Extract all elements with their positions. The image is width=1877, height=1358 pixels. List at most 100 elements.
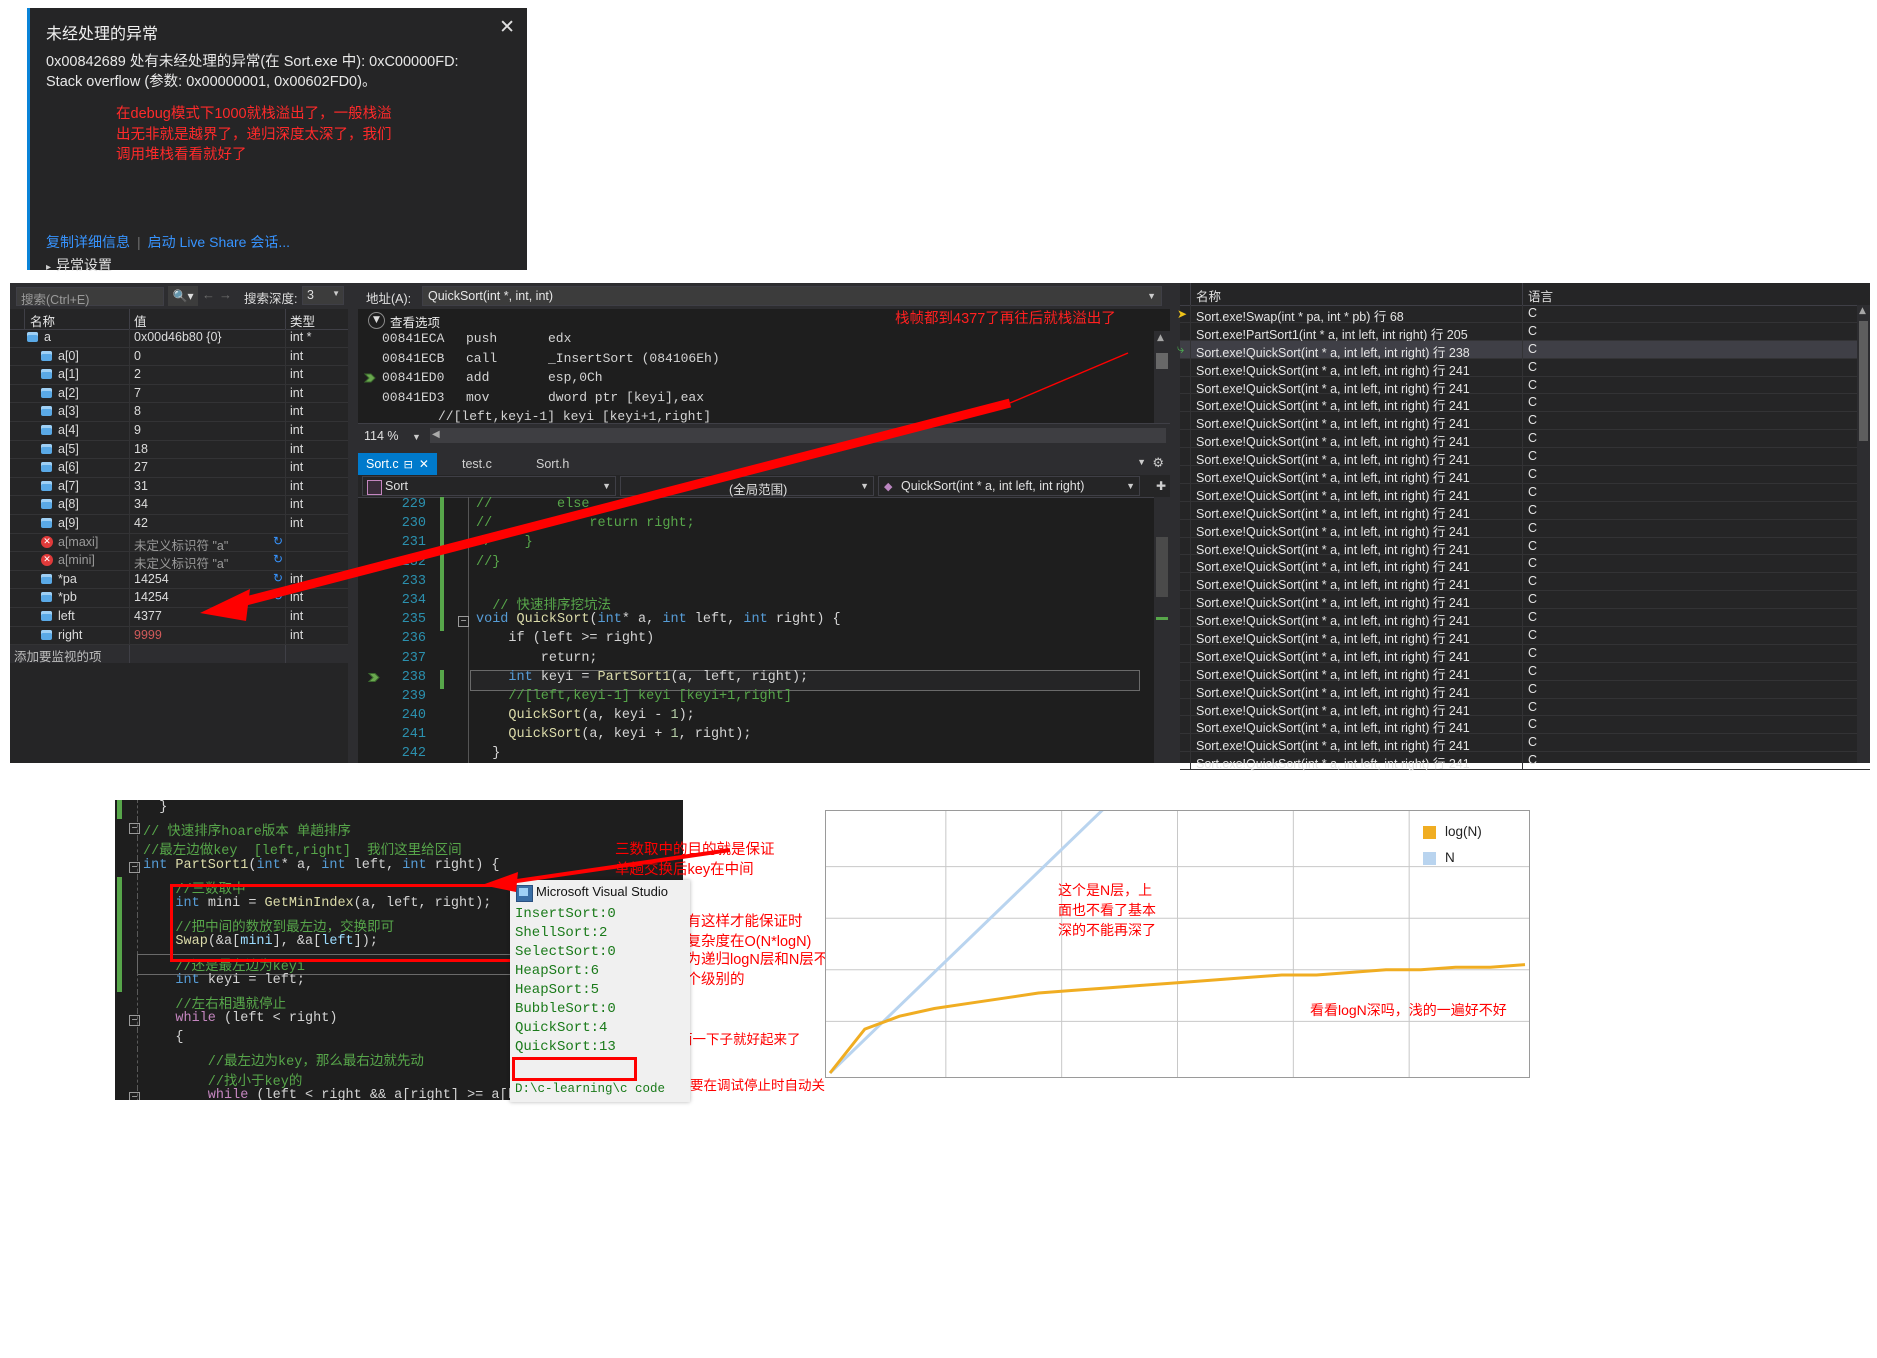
scrollbar-thumb[interactable] <box>1156 537 1168 597</box>
call-stack-row[interactable]: Sort.exe!QuickSort(int * a, int left, in… <box>1180 394 1870 413</box>
watch-value[interactable]: 14254 <box>134 590 169 604</box>
watch-row[interactable]: a[0] 0 int <box>10 347 348 367</box>
call-stack-row[interactable]: Sort.exe!QuickSort(int * a, int left, in… <box>1180 501 1870 521</box>
watch-value[interactable]: 2 <box>134 367 141 381</box>
watch-row[interactable]: a[1] 2 int <box>10 366 348 385</box>
watch-value[interactable]: 34 <box>134 497 148 511</box>
call-stack-row[interactable]: Sort.exe!QuickSort(int * a, int left, in… <box>1180 376 1870 396</box>
call-stack-row[interactable]: Sort.exe!QuickSort(int * a, int left, in… <box>1180 698 1870 718</box>
watch-value[interactable]: 7 <box>134 386 141 400</box>
call-stack-row[interactable]: Sort.exe!QuickSort(int * a, int left, in… <box>1180 627 1870 646</box>
scrollbar-thumb[interactable] <box>1156 353 1168 369</box>
watch-row[interactable]: ✕ a[maxi] 未定义标识符 "a" ↻ <box>10 533 348 554</box>
split-view-icon[interactable]: ✚ <box>1156 479 1166 493</box>
call-stack-row[interactable]: Sort.exe!QuickSort(int * a, int left, in… <box>1180 466 1870 485</box>
editor-line[interactable]: − 235 void QuickSort(int* a, int left, int… <box>358 612 1154 632</box>
call-stack-row[interactable]: Sort.exe!QuickSort(int * a, int left, in… <box>1180 412 1870 431</box>
call-stack-row[interactable]: ⤷ Sort.exe!QuickSort(int * a, int left, i… <box>1177 340 1870 360</box>
scroll-left-icon[interactable]: ◀ <box>432 429 440 440</box>
editor-line[interactable]: 238 int keyi = PartSort1(a, left, right)… <box>358 669 1154 691</box>
project-selector[interactable]: Sort ▼ <box>362 476 616 496</box>
watch-value[interactable]: 0 <box>134 349 141 363</box>
watch-row[interactable]: ✕ a[mini] 未定义标识符 "a" ↻ <box>10 552 348 571</box>
watch-value[interactable]: 9 <box>134 423 141 437</box>
watch-value[interactable]: 4377 <box>134 609 162 623</box>
scroll-up-icon[interactable]: ▲ <box>1157 333 1164 343</box>
scrollbar-thumb[interactable] <box>1859 321 1868 441</box>
watch-value[interactable]: 8 <box>134 404 141 418</box>
member-selector[interactable]: ◆ QuickSort(int * a, int left, int right… <box>878 476 1140 496</box>
call-stack-row[interactable]: Sort.exe!QuickSort(int * a, int left, in… <box>1180 448 1870 467</box>
editor-line[interactable]: 240 QuickSort(a, keyi - 1); <box>358 708 1154 728</box>
editor-line[interactable]: 232 //} <box>358 554 1154 574</box>
watch-value[interactable]: 14254 <box>134 572 169 586</box>
tab-sort-h[interactable]: Sort.h <box>528 453 577 475</box>
editor-line[interactable]: 234 // 快速排序挖坑法 <box>358 592 1154 614</box>
pin-icon[interactable]: ⊟ <box>404 458 413 471</box>
call-stack-row[interactable]: Sort.exe!QuickSort(int * a, int left, in… <box>1180 734 1870 753</box>
refresh-icon[interactable]: ↻ <box>273 589 283 603</box>
watch-value[interactable]: 0x00d46b80 {0} <box>134 330 222 344</box>
tab-sort-c[interactable]: Sort.c ⊟ ✕ <box>358 453 437 475</box>
chevron-down-icon[interactable]: ▼ <box>1137 457 1146 467</box>
horizontal-scrollbar[interactable] <box>430 428 1166 443</box>
call-stack-row[interactable]: Sort.exe!QuickSort(int * a, int left, in… <box>1180 430 1870 449</box>
chevron-down-icon[interactable]: ▼ <box>412 432 421 442</box>
watch-value[interactable]: 9999 <box>134 628 162 642</box>
call-stack-row[interactable]: Sort.exe!QuickSort(int * a, int left, in… <box>1180 591 1870 610</box>
search-depth-select[interactable]: 3 ▼ <box>302 286 344 305</box>
call-stack-row[interactable]: Sort.exe!QuickSort(int * a, int left, in… <box>1180 519 1870 539</box>
watch-row[interactable]: a[7] 31 int <box>10 477 348 497</box>
call-stack-row[interactable]: Sort.exe!PartSort1(int * a, int left, in… <box>1180 322 1870 342</box>
tab-test-c[interactable]: test.c <box>454 453 500 475</box>
search-input[interactable]: 搜索(Ctrl+E) <box>16 287 164 307</box>
watch-value[interactable]: 18 <box>134 442 148 456</box>
editor-line[interactable]: 237 return; <box>358 650 1154 670</box>
editor-line[interactable]: 231 // } <box>358 535 1154 555</box>
watch-row[interactable]: a[2] 7 int <box>10 384 348 404</box>
call-stack-row[interactable]: Sort.exe!QuickSort(int * a, int left, in… <box>1180 752 1870 771</box>
watch-value[interactable]: 未定义标识符 "a" <box>134 535 228 554</box>
watch-row[interactable]: a[5] 18 int <box>10 440 348 460</box>
exception-settings-toggle[interactable]: ▸ 异常设置 <box>46 255 112 275</box>
watch-row[interactable]: *pa 14254 ↻ int <box>10 570 348 590</box>
call-stack-row[interactable]: Sort.exe!QuickSort(int * a, int left, in… <box>1180 358 1870 378</box>
editor-line[interactable]: 239 //[left,keyi-1] keyi [keyi+1,right] <box>358 688 1154 709</box>
refresh-icon[interactable]: ↻ <box>273 571 283 585</box>
copy-details-link[interactable]: 复制详细信息 <box>46 234 130 250</box>
editor-scrollbar[interactable] <box>1154 497 1170 763</box>
watch-value[interactable]: 27 <box>134 460 148 474</box>
call-stack-row[interactable]: Sort.exe!QuickSort(int * a, int left, in… <box>1180 609 1870 628</box>
editor-line[interactable]: 233 <box>358 573 1154 593</box>
search-icon[interactable]: 🔍▾ <box>168 286 198 306</box>
add-watch-row[interactable]: 添加要监视的项 <box>10 645 348 664</box>
editor-code-lines[interactable]: 229 // else 230 // return right; 231 // } 232 /… <box>358 497 1154 763</box>
scroll-up-icon[interactable]: ▲ <box>1859 306 1866 316</box>
watch-row[interactable]: right 9999 int <box>10 626 348 646</box>
call-stack-row[interactable]: Sort.exe!QuickSort(int * a, int left, in… <box>1180 644 1870 664</box>
editor-line[interactable]: 236 if (left >= right) <box>358 631 1154 651</box>
call-stack-row[interactable]: Sort.exe!QuickSort(int * a, int left, in… <box>1180 662 1870 682</box>
watch-value[interactable]: 31 <box>134 479 148 493</box>
fold-toggle-icon[interactable]: − <box>458 616 469 628</box>
watch-value[interactable]: 42 <box>134 516 148 530</box>
call-stack-row[interactable]: Sort.exe!QuickSort(int * a, int left, in… <box>1180 555 1870 574</box>
scope-selector[interactable]: (全局范围) ▼ <box>620 476 874 497</box>
watch-row[interactable]: a[9] 42 int <box>10 514 348 534</box>
watch-row[interactable]: ▸a0x00d46b80 {0}int * <box>10 329 348 348</box>
editor-line[interactable]: 229 // else <box>358 497 1154 517</box>
watch-row[interactable]: a[3] 8 int <box>10 403 348 422</box>
call-stack-row[interactable]: ➤ Sort.exe!Swap(int * pa, int * pb) 行 68 C <box>1177 305 1870 324</box>
watch-nav-arrows[interactable]: ←→ <box>202 287 236 302</box>
call-stack-row[interactable]: Sort.exe!QuickSort(int * a, int left, in… <box>1180 716 1870 735</box>
refresh-icon[interactable]: ↻ <box>273 552 283 566</box>
editor-line[interactable]: 230 // return right; <box>358 516 1154 536</box>
call-stack-row[interactable]: Sort.exe!QuickSort(int * a, int left, in… <box>1180 537 1870 557</box>
close-icon[interactable]: ✕ <box>419 457 429 471</box>
watch-row[interactable]: a[8] 34 int <box>10 496 348 515</box>
close-icon[interactable]: ✕ <box>499 18 515 37</box>
call-stack-scrollbar[interactable]: ▲ <box>1857 305 1870 763</box>
editor-line[interactable]: 241 QuickSort(a, keyi + 1, right); <box>358 727 1154 747</box>
call-stack-row[interactable]: Sort.exe!QuickSort(int * a, int left, in… <box>1180 483 1870 503</box>
watch-row[interactable]: *pb 14254 ↻ int <box>10 589 348 608</box>
